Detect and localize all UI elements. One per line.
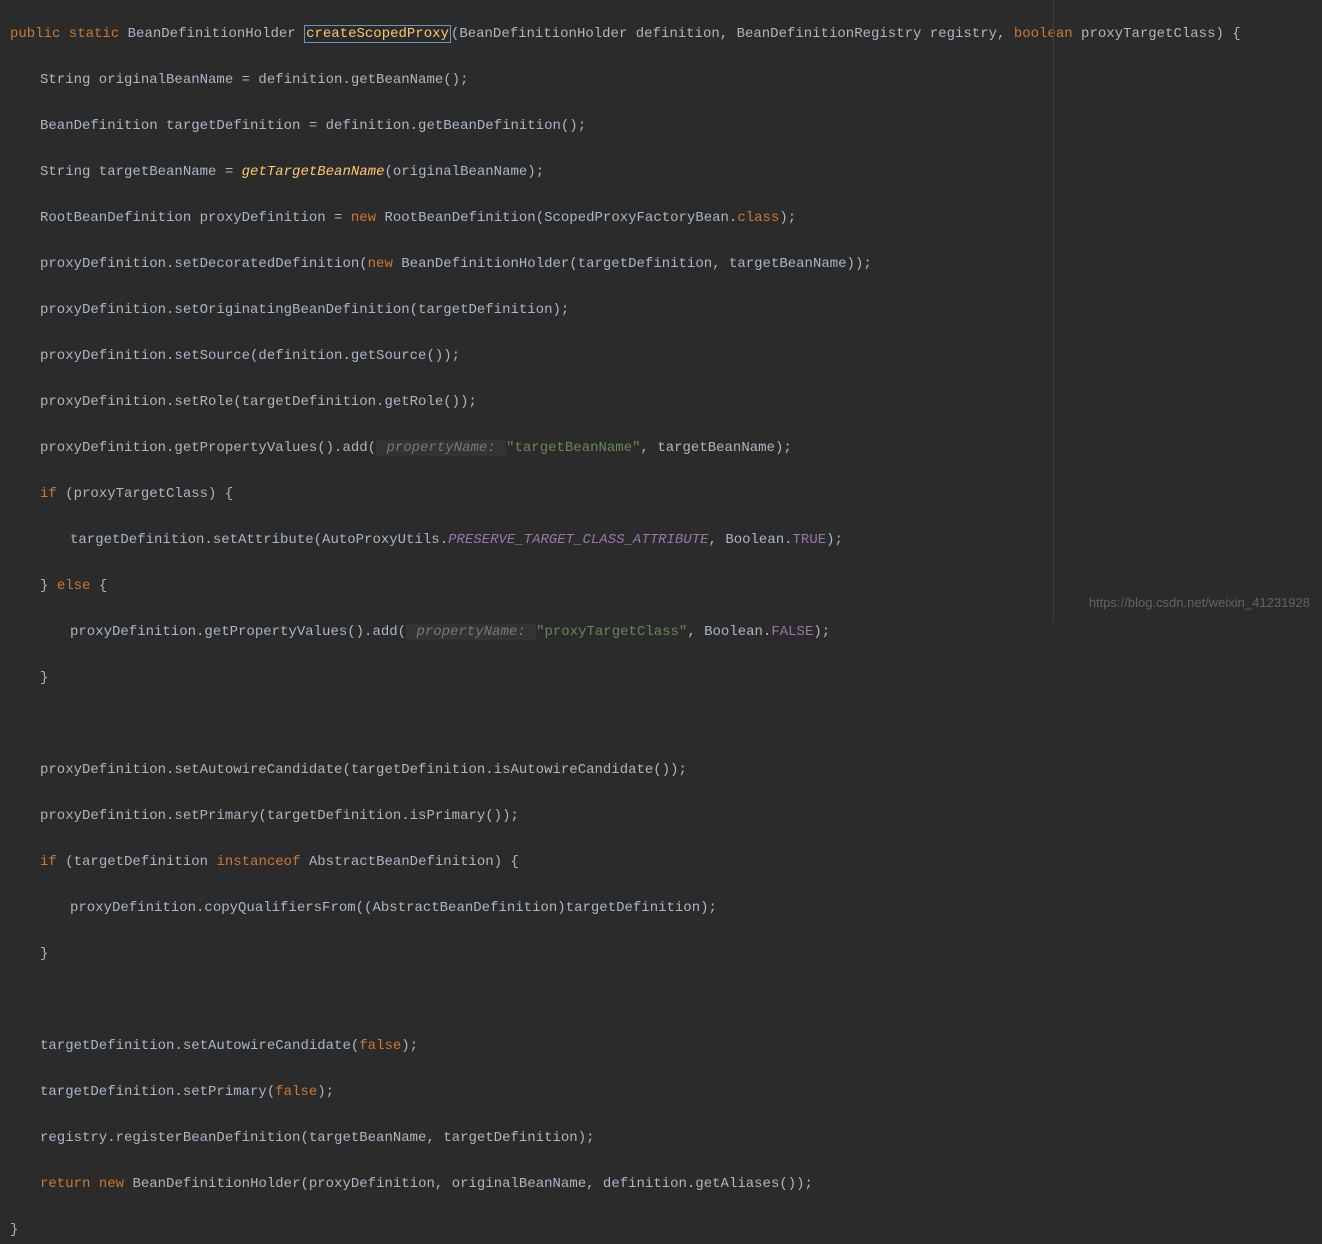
code-line-4[interactable]: String targetBeanName = getTargetBeanNam… bbox=[10, 161, 1312, 184]
keyword-new: new bbox=[368, 256, 393, 272]
code-line-2[interactable]: String originalBeanName = definition.get… bbox=[10, 69, 1312, 92]
keyword-return: return bbox=[40, 1176, 90, 1192]
watermark-text: https://blog.csdn.net/weixin_41231928 bbox=[1089, 591, 1310, 614]
code-line-3[interactable]: BeanDefinition targetDefinition = defini… bbox=[10, 115, 1312, 138]
method-name-highlighted[interactable]: createScopedProxy bbox=[304, 25, 451, 43]
keyword-if: if bbox=[40, 486, 57, 502]
string-literal: "proxyTargetClass" bbox=[536, 624, 687, 640]
parameter-hint: propertyName: bbox=[376, 440, 506, 456]
code-line-26[interactable]: return new BeanDefinitionHolder(proxyDef… bbox=[10, 1173, 1312, 1196]
code-line-blank1[interactable] bbox=[10, 713, 1312, 736]
code-line-5[interactable]: RootBeanDefinition proxyDefinition = new… bbox=[10, 207, 1312, 230]
keyword-boolean: boolean bbox=[1014, 26, 1073, 42]
code-line-18[interactable]: proxyDefinition.setPrimary(targetDefinit… bbox=[10, 805, 1312, 828]
code-line-7[interactable]: proxyDefinition.setOriginatingBeanDefini… bbox=[10, 299, 1312, 322]
parameter-hint: propertyName: bbox=[406, 624, 536, 640]
params: (BeanDefinitionHolder definition, BeanDe… bbox=[451, 26, 1014, 42]
keyword-else: else bbox=[57, 578, 91, 594]
code-line-blank2[interactable] bbox=[10, 989, 1312, 1012]
return-type: BeanDefinitionHolder bbox=[128, 26, 296, 42]
params-rest: proxyTargetClass) { bbox=[1073, 26, 1241, 42]
static-method-call: getTargetBeanName bbox=[242, 164, 385, 180]
code-line-24[interactable]: targetDefinition.setPrimary(false); bbox=[10, 1081, 1312, 1104]
static-ref: FALSE bbox=[771, 624, 813, 640]
code-line-9[interactable]: proxyDefinition.setRole(targetDefinition… bbox=[10, 391, 1312, 414]
code-line-10[interactable]: proxyDefinition.getPropertyValues().add(… bbox=[10, 437, 1312, 460]
static-ref: TRUE bbox=[793, 532, 827, 548]
keyword-class: class bbox=[737, 210, 779, 226]
code-line-21[interactable]: } bbox=[10, 943, 1312, 966]
keyword-new: new bbox=[99, 1176, 124, 1192]
keyword-new: new bbox=[351, 210, 376, 226]
string-literal: "targetBeanName" bbox=[506, 440, 640, 456]
code-line-19[interactable]: if (targetDefinition instanceof Abstract… bbox=[10, 851, 1312, 874]
keyword-false: false bbox=[359, 1038, 401, 1054]
keyword-false: false bbox=[275, 1084, 317, 1100]
static-field: PRESERVE_TARGET_CLASS_ATTRIBUTE bbox=[448, 532, 708, 548]
editor-margin-line bbox=[1053, 0, 1054, 622]
keyword-instanceof: instanceof bbox=[216, 854, 300, 870]
code-line-14[interactable]: proxyDefinition.getPropertyValues().add(… bbox=[10, 621, 1312, 644]
code-line-11[interactable]: if (proxyTargetClass) { bbox=[10, 483, 1312, 506]
code-line-25[interactable]: registry.registerBeanDefinition(targetBe… bbox=[10, 1127, 1312, 1150]
code-line-6[interactable]: proxyDefinition.setDecoratedDefinition(n… bbox=[10, 253, 1312, 276]
code-line-20[interactable]: proxyDefinition.copyQualifiersFrom((Abst… bbox=[10, 897, 1312, 920]
code-line-27[interactable]: } bbox=[10, 1219, 1312, 1242]
code-line-15[interactable]: } bbox=[10, 667, 1312, 690]
code-line-8[interactable]: proxyDefinition.setSource(definition.get… bbox=[10, 345, 1312, 368]
keyword-public: public bbox=[10, 26, 60, 42]
keyword-static: static bbox=[69, 26, 119, 42]
code-editor[interactable]: public static BeanDefinitionHolder creat… bbox=[0, 0, 1322, 1244]
code-line-12[interactable]: targetDefinition.setAttribute(AutoProxyU… bbox=[10, 529, 1312, 552]
code-line-23[interactable]: targetDefinition.setAutowireCandidate(fa… bbox=[10, 1035, 1312, 1058]
keyword-if: if bbox=[40, 854, 57, 870]
code-line-1[interactable]: public static BeanDefinitionHolder creat… bbox=[10, 23, 1312, 46]
code-line-17[interactable]: proxyDefinition.setAutowireCandidate(tar… bbox=[10, 759, 1312, 782]
